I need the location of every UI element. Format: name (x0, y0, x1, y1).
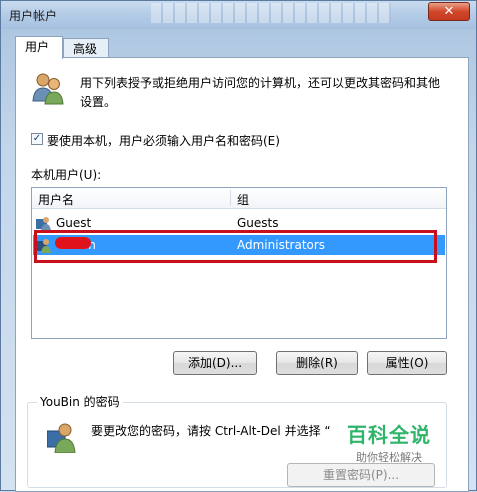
row-group: Guests (237, 216, 279, 230)
watermark-title: 百科全说 (347, 423, 431, 447)
password-section-title: YouBin 的密码 (37, 393, 123, 410)
add-user-button[interactable]: 添加(D)... (173, 351, 257, 375)
title-bar-decoration (151, 3, 391, 23)
highlight-box (34, 230, 437, 263)
description-text: 用下列表授予或拒绝用户访问您的计算机，还可以更改其密码和其他设置。 (80, 76, 441, 109)
user-icon (36, 217, 51, 231)
close-button[interactable]: ✕ (428, 2, 470, 21)
tab-users[interactable]: 用户 (15, 36, 63, 59)
column-header-username[interactable]: 用户名 (38, 191, 74, 208)
row-username: Guest (56, 216, 92, 230)
checkmark-icon: ✓ (32, 133, 42, 144)
users-list-label: 本机用户(U): (31, 168, 102, 182)
users-listview[interactable]: 用户名 组 Guest Guests YouBin Administrators (31, 187, 447, 339)
column-divider[interactable] (230, 190, 231, 206)
window-title: 用户帐户 (9, 9, 58, 23)
require-password-checkbox[interactable]: ✓ (31, 133, 43, 145)
reset-password-button[interactable]: 重置密码(P)... (287, 463, 435, 487)
column-header-group[interactable]: 组 (237, 191, 249, 208)
properties-button[interactable]: 属性(O) (367, 351, 447, 375)
close-icon: ✕ (443, 4, 455, 19)
listview-header: 用户名 组 (32, 188, 446, 209)
watermark: 百科全说 助你轻松解决 (347, 419, 431, 465)
watermark-subtitle: 助你轻松解决 (356, 451, 422, 464)
title-bar[interactable]: 用户帐户 ✕ (1, 1, 476, 29)
users-icon (32, 73, 64, 105)
single-user-icon (47, 423, 76, 453)
tab-advanced[interactable]: 高级 (63, 38, 109, 58)
remove-user-button[interactable]: 删除(R) (276, 351, 358, 375)
require-password-label[interactable]: 要使用本机，用户必须输入用户名和密码(E) (47, 132, 280, 149)
change-password-text: 要更改您的密码，请按 Ctrl-Alt-Del 并选择 “ (91, 424, 331, 438)
user-accounts-window: 用户帐户 ✕ 用户 高级 用下列表授予或拒绝用户访问您的计算机，还可以更改其密码… (0, 0, 477, 492)
